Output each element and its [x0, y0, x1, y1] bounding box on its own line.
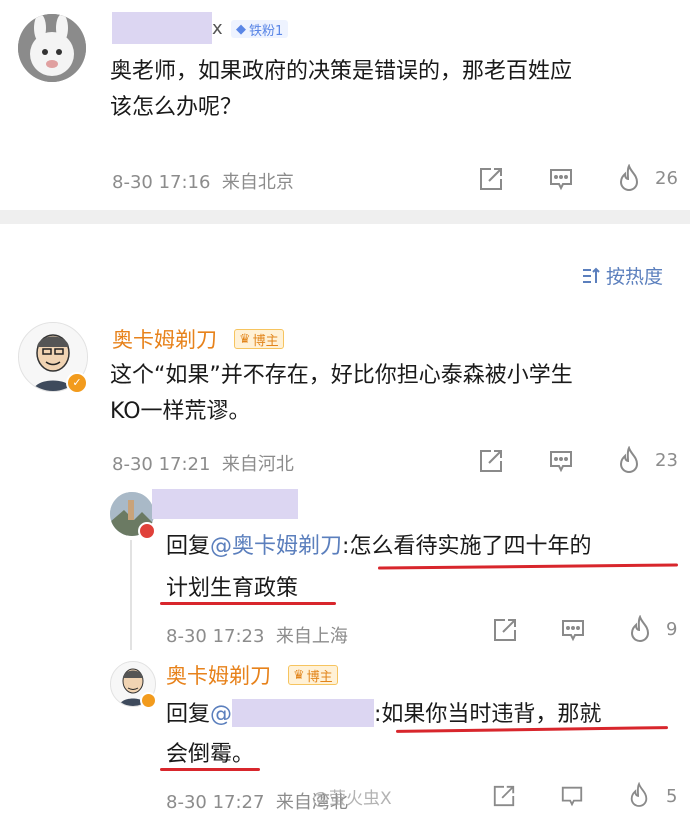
comment-icon — [550, 451, 572, 473]
like-button[interactable] — [617, 164, 641, 192]
sub1-comment-button[interactable] — [560, 617, 586, 643]
sub1-share-button[interactable] — [492, 617, 518, 643]
reply-text-line2: KO一样荒谬。 — [110, 399, 251, 424]
sub2-text-after: :如果你当时违背，那就 — [374, 702, 602, 727]
crown-icon: ♛ — [239, 331, 251, 347]
sub2-author-name[interactable]: 奥卡姆剃刀 — [166, 660, 271, 690]
reply-text: 这个“如果”并不存在，好比你担心泰森被小学生 KO一样荒谬。 — [110, 358, 680, 430]
reply-text-line1: 这个“如果”并不存在，好比你担心泰森被小学生 — [110, 363, 573, 388]
comment-button[interactable] — [548, 166, 574, 192]
sub1-mention-link[interactable]: @奥卡姆剃刀 — [210, 534, 342, 559]
share-button[interactable] — [478, 166, 504, 192]
comment-icon — [550, 169, 572, 191]
share-icon — [480, 168, 502, 190]
diamond-icon: ◆ — [236, 21, 246, 37]
reply-comment-button[interactable] — [548, 448, 574, 474]
share-icon — [494, 619, 516, 641]
commenter-avatar[interactable] — [18, 14, 86, 82]
sub2-like-count: 5 — [666, 786, 678, 807]
flame-icon — [630, 782, 648, 807]
sub2-reply-prefix: 回复 — [166, 702, 211, 727]
sub2-like-button[interactable] — [628, 782, 650, 808]
blogger-name[interactable]: 奥卡姆剃刀 — [112, 324, 217, 354]
sort-label: 按热度 — [606, 266, 664, 288]
underline-annotation — [160, 602, 336, 605]
sort-by-heat-button[interactable]: 按热度 — [580, 262, 663, 289]
comment-text-line2: 该怎么办呢？ — [110, 95, 243, 120]
share-icon — [493, 785, 515, 807]
sub1-like-count: 9 — [666, 619, 678, 640]
sub2-mention-at[interactable]: @ — [210, 702, 232, 727]
like-count: 26 — [655, 168, 678, 189]
fan-badge: ◆ 铁粉1 — [231, 20, 289, 39]
flame-icon — [619, 446, 639, 474]
verified-badge-icon: ✓ — [66, 372, 88, 394]
thread-line — [130, 540, 132, 650]
underline-annotation — [160, 768, 260, 771]
fan-badge-label: 铁粉1 — [249, 23, 284, 39]
bunny-avatar-icon — [18, 14, 86, 82]
blogger-badge: ♛ 博主 — [234, 329, 284, 349]
share-icon — [480, 450, 502, 472]
crown-icon: ♛ — [293, 667, 305, 683]
comment-icon — [562, 620, 584, 642]
sub1-reply-prefix: 回复 — [166, 534, 211, 559]
comment-text-line1: 奥老师，如果政府的决策是错误的，那老百姓应 — [110, 59, 573, 84]
reply-share-button[interactable] — [478, 448, 504, 474]
sub1-like-button[interactable] — [628, 615, 652, 643]
sub1-text-line1: 回复@奥卡姆剃刀:怎么看待实施了四十年的 — [166, 529, 686, 565]
watermark: @萤火虫X — [312, 789, 392, 809]
blogger-badge-label: 博主 — [252, 333, 279, 349]
sub1-text-after: :怎么看待实施了四十年的 — [342, 534, 592, 559]
redacted-mention — [232, 699, 375, 727]
comment-text: 奥老师，如果政府的决策是错误的，那老百姓应 该怎么办呢？ — [110, 54, 680, 126]
comment-icon — [561, 786, 583, 807]
sub2-blogger-badge-label: 博主 — [306, 669, 333, 685]
flame-icon — [630, 615, 650, 643]
comment-meta: 8-30 17:16 来自北京 — [112, 172, 294, 193]
flame-icon — [619, 164, 639, 192]
redacted-sub1-username — [152, 489, 298, 519]
reply-like-button[interactable] — [617, 446, 641, 474]
reply-like-count: 23 — [655, 450, 678, 471]
sub1-meta: 8-30 17:23 来自上海 — [166, 626, 348, 647]
sort-icon — [583, 267, 600, 283]
sub2-blogger-badge: ♛ 博主 — [288, 665, 338, 685]
sub2-comment-button[interactable] — [560, 784, 584, 808]
sub2-share-button[interactable] — [492, 784, 516, 808]
sub2-verified-icon — [140, 692, 157, 709]
username-suffix: x — [212, 18, 223, 39]
redacted-username — [112, 12, 212, 44]
sub1-red-badge-icon — [138, 522, 156, 540]
reply-meta: 8-30 17:21 来自河北 — [112, 454, 294, 475]
sub2-text: 回复@:如果你当时违背，那就 会倒霉。 — [166, 697, 686, 773]
section-divider — [0, 210, 690, 224]
